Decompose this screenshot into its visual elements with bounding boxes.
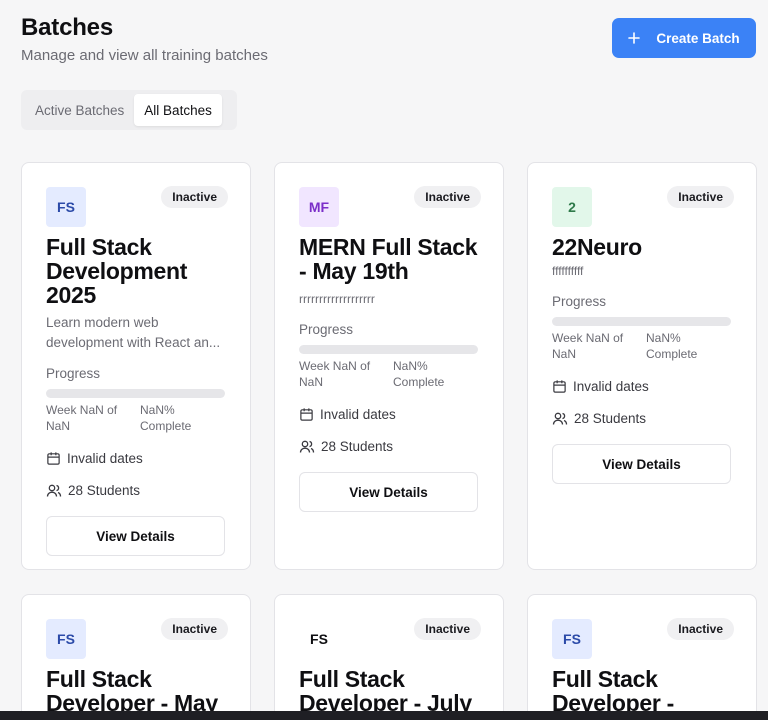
batch-initials: FS xyxy=(57,631,75,647)
batch-title: MERN Full Stack - May 19th xyxy=(299,234,478,284)
students-text: 28 Students xyxy=(68,482,141,498)
status-badge: Inactive xyxy=(414,186,481,208)
batch-card: FS Inactive Full Stack Developer - xyxy=(527,594,757,720)
progress-label: Progress xyxy=(299,322,354,337)
users-icon xyxy=(299,439,315,454)
status-badge: Inactive xyxy=(414,618,481,640)
bottom-edge xyxy=(0,711,768,720)
status-badge: Inactive xyxy=(161,618,228,640)
batch-description: ffffffffff xyxy=(552,264,584,278)
batch-title: Full Stack Development 2025 xyxy=(46,234,188,308)
dates-text: Invalid dates xyxy=(320,406,396,422)
calendar-icon xyxy=(46,451,61,466)
batch-description: rrrrrrrrrrrrrrrrrrr xyxy=(299,292,375,306)
complete-text: NaN% Complete xyxy=(646,331,698,361)
page-subtitle: Manage and view all training batches xyxy=(21,47,268,64)
progress-bar xyxy=(46,389,225,398)
batch-card: FS Inactive Full Stack Development 2025 … xyxy=(21,162,251,570)
status-badge: Inactive xyxy=(161,186,228,208)
batch-title: Full Stack Developer - May xyxy=(46,666,218,716)
batch-initials: FS xyxy=(563,631,581,647)
users-icon xyxy=(552,411,568,426)
batch-title: Full Stack Developer - xyxy=(552,666,674,716)
tab-active-batches[interactable]: Active Batches xyxy=(25,94,134,126)
status-badge: Inactive xyxy=(667,618,734,640)
week-text: Week NaN of NaN xyxy=(299,359,371,389)
progress-label: Progress xyxy=(552,294,607,309)
calendar-icon xyxy=(299,407,314,422)
batch-initials: FS xyxy=(310,631,328,647)
week-text: Week NaN of NaN xyxy=(46,403,118,433)
status-badge: Inactive xyxy=(667,186,734,208)
batch-card: FS Inactive Full Stack Developer - May xyxy=(21,594,251,720)
batch-avatar: 2 xyxy=(552,187,592,227)
calendar-icon xyxy=(552,379,567,394)
students-text: 28 Students xyxy=(574,410,647,426)
progress-bar xyxy=(552,317,731,326)
batch-avatar: FS xyxy=(552,619,592,659)
batch-initials: MF xyxy=(308,199,330,215)
page-header: Batches Manage and view all training bat… xyxy=(21,14,268,66)
batch-avatar: MF xyxy=(299,187,339,227)
create-batch-button[interactable]: Create Batch xyxy=(612,18,756,58)
dates-text: Invalid dates xyxy=(67,450,143,466)
complete-text: NaN% Complete xyxy=(140,403,192,433)
batch-description: Learn modern web development with React … xyxy=(46,315,221,350)
progress-label: Progress xyxy=(46,366,101,381)
create-batch-label: Create Batch xyxy=(656,30,740,46)
batch-avatar: FS xyxy=(299,619,339,659)
tab-all-batches[interactable]: All Batches xyxy=(134,94,222,126)
plus-icon xyxy=(628,32,641,44)
students-text: 28 Students xyxy=(321,438,394,454)
complete-text: NaN% Complete xyxy=(393,359,445,389)
batch-avatar: FS xyxy=(46,187,86,227)
batch-title: Full Stack Developer - July xyxy=(299,666,472,716)
dates-text: Invalid dates xyxy=(573,378,649,394)
batch-avatar: FS xyxy=(46,619,86,659)
view-details-button[interactable]: View Details xyxy=(46,516,225,556)
batch-tabs: Active Batches All Batches xyxy=(21,90,237,130)
batch-card: 2 Inactive 22Neuro ffffffffff Progress W… xyxy=(527,162,757,570)
batch-card: FS Inactive Full Stack Developer - July xyxy=(274,594,504,720)
page-title: Batches xyxy=(21,14,113,41)
progress-bar xyxy=(299,345,478,354)
users-icon xyxy=(46,483,62,498)
batch-initials: 2 xyxy=(568,199,576,215)
batch-card: MF Inactive MERN Full Stack - May 19th r… xyxy=(274,162,504,570)
view-details-button[interactable]: View Details xyxy=(299,472,478,512)
view-details-button[interactable]: View Details xyxy=(552,444,731,484)
batch-title: 22Neuro xyxy=(552,234,642,260)
batch-initials: FS xyxy=(57,199,75,215)
week-text: Week NaN of NaN xyxy=(552,331,624,361)
